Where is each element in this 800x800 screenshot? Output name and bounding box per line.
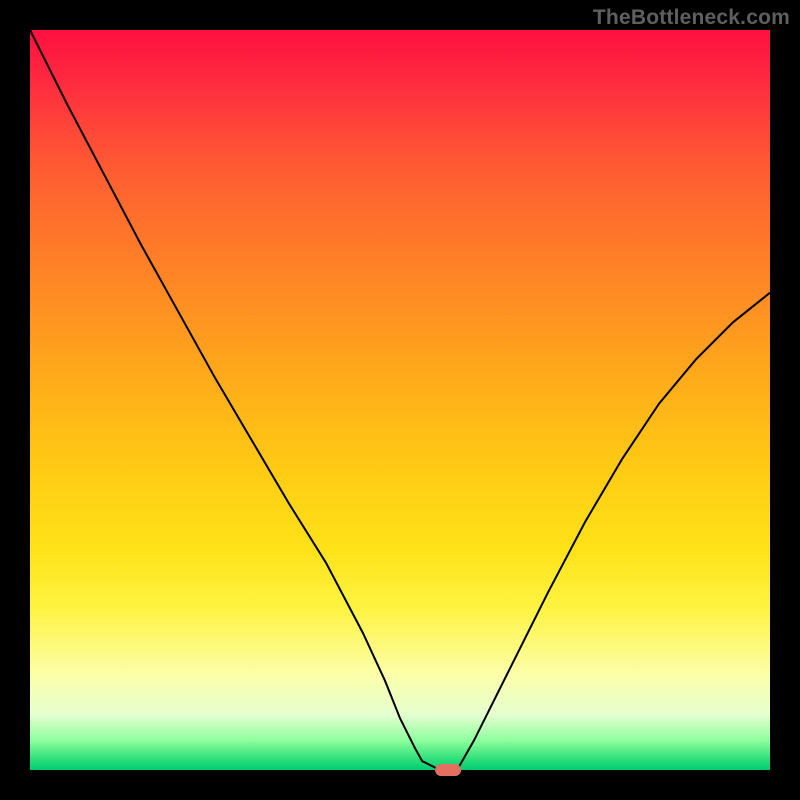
- bottleneck-curve: [30, 30, 770, 770]
- plot-area: [30, 30, 770, 770]
- chart-container: TheBottleneck.com: [0, 0, 800, 800]
- minimum-marker: [435, 764, 461, 776]
- plot-svg: [30, 30, 770, 770]
- watermark: TheBottleneck.com: [593, 6, 790, 30]
